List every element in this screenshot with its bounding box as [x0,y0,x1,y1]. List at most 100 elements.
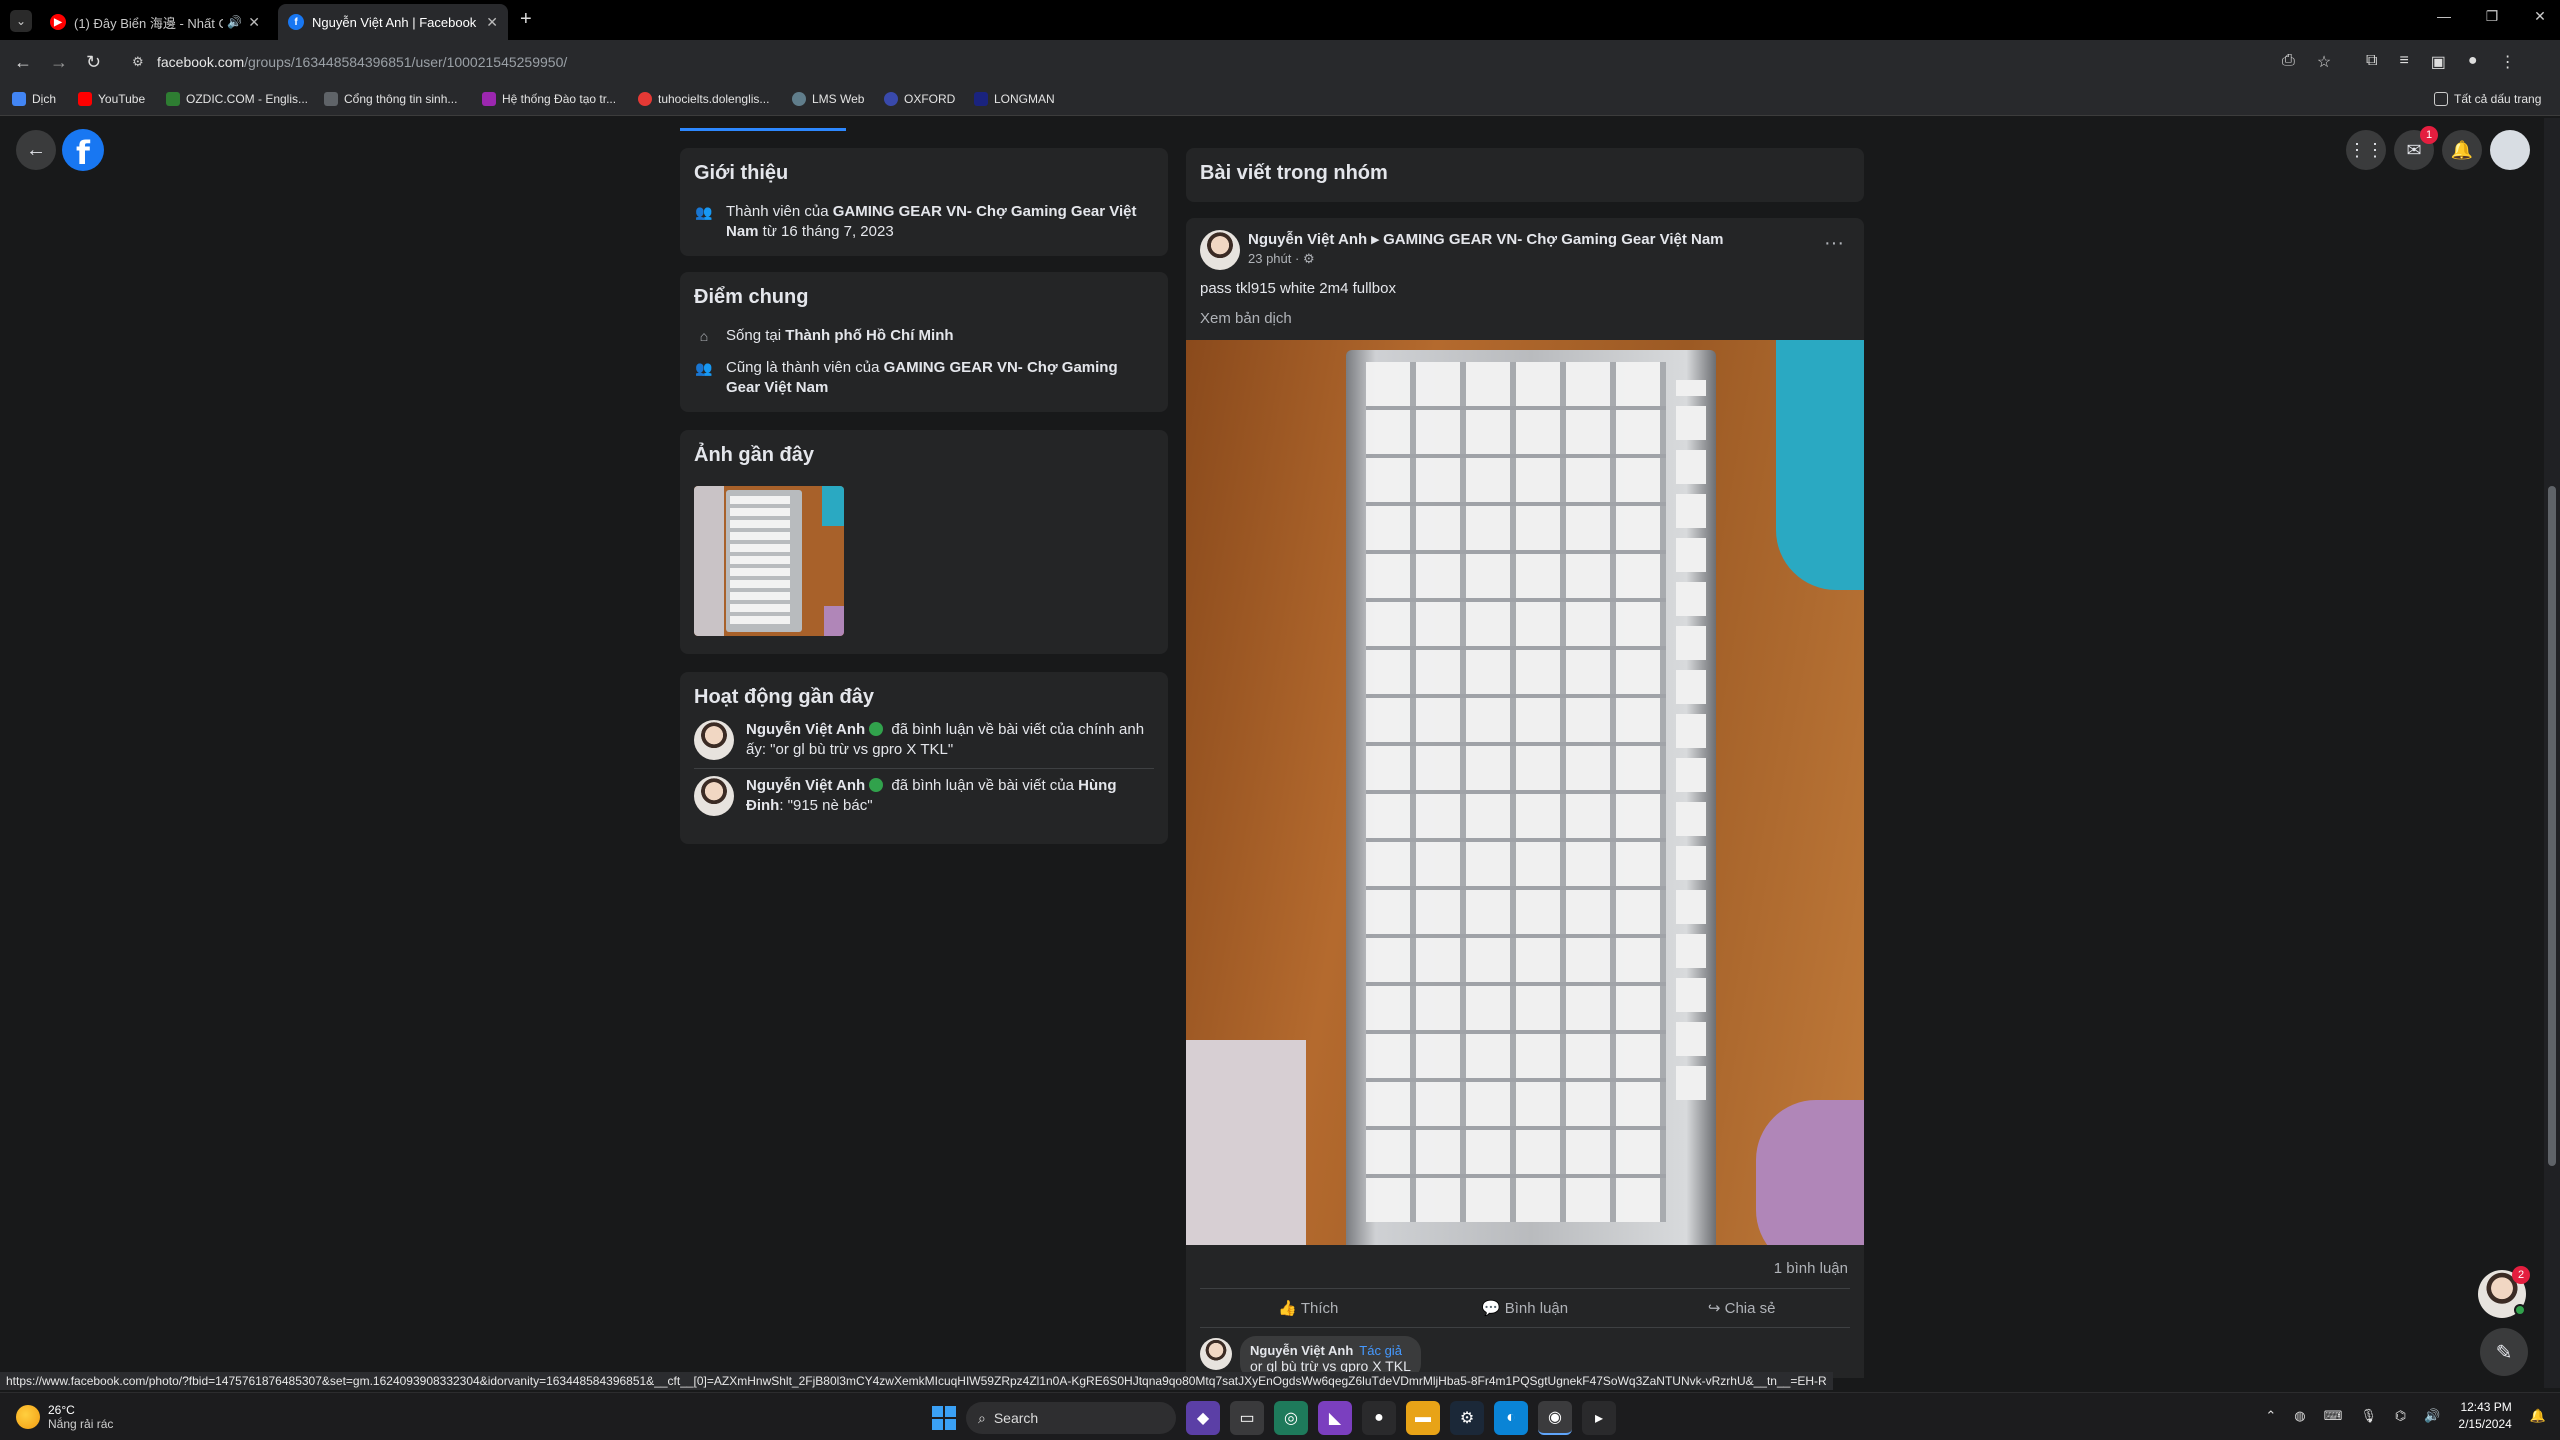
extensions-icon[interactable]: ⧉ [2366,52,2377,72]
bookmarks-bar: Dịch YouTube OZDIC.COM - Englis... Cổng … [0,84,2560,116]
site-info-icon[interactable]: ⚙ [132,54,144,70]
edge-icon[interactable]: ◐ [1494,1401,1528,1435]
share-icon: ↪ [1707,1300,1725,1317]
file-explorer-icon[interactable]: ▬ [1406,1401,1440,1435]
reload-icon[interactable]: ↻ [86,52,101,73]
steam-icon[interactable]: ⚙ [1450,1401,1484,1435]
commenter-name[interactable]: Nguyễn Việt Anh [1250,1343,1353,1358]
see-translation-link[interactable]: Xem bản dịch [1200,310,1292,327]
task-view-icon[interactable]: ▭ [1230,1401,1264,1435]
url-host: facebook.com [157,54,245,70]
app-icon[interactable]: ◎ [1274,1401,1308,1435]
close-window-icon[interactable]: ✕ [2530,8,2550,25]
bookmark-dich[interactable]: Dịch [12,92,56,106]
discord-icon[interactable]: ◍ [2294,1408,2305,1424]
new-tab-button[interactable]: + [520,8,532,31]
comment-count[interactable]: 1 bình luận [1774,1260,1848,1277]
tab-search-icon[interactable]: ⌄ [10,10,32,32]
tab-facebook[interactable]: f Nguyễn Việt Anh | Facebook ✕ [278,4,508,40]
github-icon[interactable]: ● [1362,1401,1396,1435]
mic-icon[interactable]: 🎙 [2360,1408,2377,1424]
photo-keyboard-nav [1676,380,1706,1100]
bookmark-label: Dịch [32,92,57,106]
star-icon[interactable]: ☆ [2317,52,2331,72]
menu-icon[interactable]: ⋮ [2500,52,2516,72]
bookmark-lms[interactable]: LMS Web [792,92,864,106]
avatar[interactable] [694,776,734,816]
network-icon[interactable]: ⌬ [2395,1408,2406,1424]
online-icon [2514,1304,2526,1316]
clock[interactable]: 12:43 PM 2/15/2024 [2458,1399,2511,1433]
photo-keyboard-keys [1366,362,1666,1222]
tab-youtube[interactable]: ▶ (1) Đây Biển 海邊 - Nhất Chi 🔊 ✕ [40,4,270,40]
windows-start-icon[interactable] [932,1406,956,1430]
close-icon[interactable]: ✕ [486,14,498,31]
scrollbar-thumb[interactable] [2548,486,2556,1166]
longman-icon [974,92,988,106]
more-options-icon[interactable]: ··· [1824,232,1844,255]
bookmark-cong-thong-tin[interactable]: Cổng thông tin sinh... [324,92,457,106]
bookmark-youtube[interactable]: YouTube [78,92,145,106]
activity-name[interactable]: Nguyễn Việt Anh [746,777,865,794]
post-author-line: Nguyễn Việt Anh ▸ GAMING GEAR VN- Chợ Ga… [1248,230,1724,248]
bookmark-tuhocielts[interactable]: tuhocielts.dolenglis... [638,92,769,106]
terminal-icon[interactable]: ▸ [1582,1401,1616,1435]
avatar[interactable] [694,720,734,760]
address-input[interactable]: facebook.com/groups/1634485843968​51/use… [157,54,567,70]
weather-widget[interactable]: 26°C Nắng rải rác [16,1403,113,1431]
install-icon[interactable]: ⎙ [2282,52,2295,72]
activity-text: Nguyễn Việt Anh đã bình luận về bài viết… [746,776,1154,816]
like-button[interactable]: 👍 Thích [1200,1289,1417,1327]
share-button[interactable]: ↪ Chia sẻ [1633,1289,1850,1327]
photos-title: Ảnh gần đây [694,444,815,466]
all-bookmarks[interactable]: Tất cả dấu trang [2434,92,2541,106]
post-time[interactable]: 23 phút · [1248,251,1303,266]
activity-item[interactable]: Nguyễn Việt Anh đã bình luận về bài viết… [694,776,1154,816]
author-avatar[interactable] [1200,230,1240,270]
compose-message-button[interactable]: ✎ [2480,1328,2528,1376]
copilot-icon[interactable]: ◆ [1186,1401,1220,1435]
facebook-logo[interactable]: f [62,129,104,172]
post-actions: 👍 Thích 💬 Bình luận ↪ Chia sẻ [1200,1288,1850,1328]
sidepanel-icon[interactable]: ▣ [2431,52,2446,72]
post-photo[interactable] [1186,340,1864,1245]
visual-studio-icon[interactable]: ◣ [1318,1401,1352,1435]
taskbar-search[interactable]: ⌕ Search [966,1402,1176,1434]
chrome-icon[interactable]: ◉ [1538,1401,1572,1435]
bell-icon[interactable]: 🔔 [2442,130,2482,170]
city-link[interactable]: Thành phố Hồ Chí Minh [785,327,953,344]
recent-photo[interactable] [694,486,844,636]
member-suffix: từ 16 tháng 7, 2023 [758,223,894,240]
commenter-avatar[interactable] [1200,1338,1232,1370]
media-icon[interactable]: ≡ [2399,52,2408,72]
activity-name[interactable]: Nguyễn Việt Anh [746,721,865,738]
bookmark-oxford[interactable]: OXFORD [884,92,955,106]
chat-head[interactable]: 2 [2478,1266,2530,1318]
account-avatar[interactable] [2490,130,2530,170]
group-icon: 👥 [695,360,713,376]
close-icon[interactable]: ✕ [248,14,260,31]
messenger-icon[interactable]: ✉ 1 [2394,126,2438,170]
back-button[interactable]: ← [16,130,56,170]
chevron-up-icon[interactable]: ⌃ [2265,1408,2276,1424]
group-name[interactable]: GAMING GEAR VN- Chợ Gaming Gear Việt Nam [1383,231,1723,248]
bookmark-longman[interactable]: LONGMAN [974,92,1055,106]
home-icon: ⌂ [699,328,709,344]
menu-grid-icon[interactable]: ⋮⋮ [2346,130,2386,170]
volume-icon[interactable]: 🔊 [2424,1408,2440,1424]
notification-icon[interactable]: 🔔 [2530,1408,2546,1424]
activity-item[interactable]: Nguyễn Việt Anh đã bình luận về bài viết… [694,720,1154,760]
back-icon[interactable]: ← [14,52,32,73]
bookmark-he-thong[interactable]: Hệ thống Đào tạo tr... [482,92,616,106]
keyboard-icon[interactable]: ⌨ [2324,1408,2343,1424]
speaker-icon[interactable]: 🔊 [227,15,242,29]
active-tab-indicator [680,128,846,131]
activity-desc: đã bình luận về bài viết của [887,777,1079,794]
profile-icon[interactable]: ● [2468,52,2478,72]
restore-icon[interactable]: ❐ [2482,8,2502,25]
minimize-icon[interactable]: — [2434,8,2454,25]
forward-icon[interactable]: → [50,52,68,73]
bookmark-ozdic[interactable]: OZDIC.COM - Englis... [166,92,308,106]
author-name[interactable]: Nguyễn Việt Anh [1248,231,1367,248]
comment-button[interactable]: 💬 Bình luận [1417,1289,1634,1327]
